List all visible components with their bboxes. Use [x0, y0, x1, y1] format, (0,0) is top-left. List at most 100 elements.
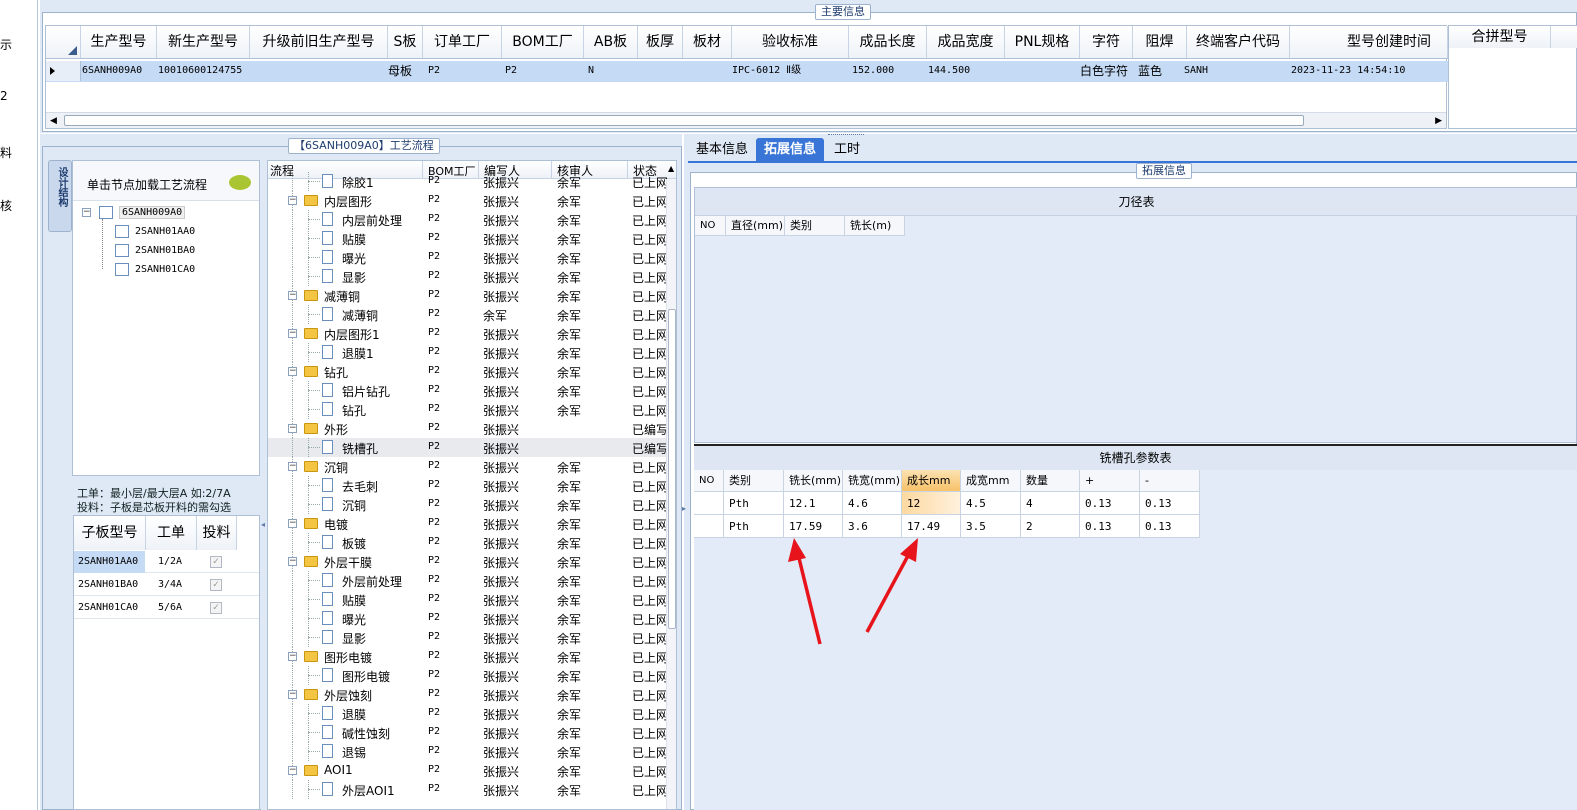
col-header[interactable]: 子板型号: [74, 516, 146, 550]
col-header[interactable]: 成品长度: [849, 26, 927, 58]
col-header[interactable]: 订单工厂: [423, 26, 502, 58]
process-step-icon: [322, 668, 333, 682]
flow-row[interactable]: − 减薄铜 P2 张振兴 余军 已上网: [268, 286, 676, 305]
feed-checkbox[interactable]: ✓: [210, 602, 222, 614]
flow-status: 已上网: [632, 271, 669, 285]
flow-row[interactable]: 显影 P2 张振兴 余军 已上网: [268, 267, 676, 286]
col-header[interactable]: 终端客户代码: [1187, 26, 1290, 58]
vertical-scrollbar[interactable]: [666, 179, 676, 809]
flow-row[interactable]: − 沉铜 P2 张振兴 余军 已上网: [268, 457, 676, 476]
expand-toggle[interactable]: −: [288, 424, 297, 433]
left-strip-item[interactable]: 2: [0, 89, 8, 103]
vertical-tab-design[interactable]: 设计结构: [48, 160, 72, 232]
flow-row[interactable]: 钻孔 P2 张振兴 余军 已上网: [268, 400, 676, 419]
flow-row[interactable]: 退膜 P2 张振兴 余军 已上网: [268, 704, 676, 723]
flow-writer: 张振兴: [483, 176, 520, 190]
process-step-icon: [322, 497, 333, 511]
sub-model-cell: 2SANH01AA0: [74, 551, 145, 573]
flow-status: 已上网: [632, 328, 669, 342]
col-header[interactable]: 生产型号: [81, 26, 157, 58]
col-header[interactable]: 新生产型号: [157, 26, 250, 58]
expand-toggle[interactable]: −: [288, 652, 297, 661]
flow-row[interactable]: − 外层蚀刻 P2 张振兴 余军 已上网: [268, 685, 676, 704]
row-indicator: [46, 61, 81, 81]
col-header[interactable]: 板材: [683, 26, 732, 58]
flow-row[interactable]: − 钻孔 P2 张振兴 余军 已上网: [268, 362, 676, 381]
col-header[interactable]: 型号创建时间: [1290, 26, 1448, 58]
flow-row[interactable]: 外层前处理 P2 张振兴 余军 已上网: [268, 571, 676, 590]
flow-row[interactable]: 显影 P2 张振兴 余军 已上网: [268, 628, 676, 647]
left-strip-item[interactable]: 示: [0, 36, 12, 53]
table-row[interactable]: 2SANH01CA0 5/6A ✓: [74, 597, 259, 619]
flow-row[interactable]: − 外层干膜 P2 张振兴 余军 已上网: [268, 552, 676, 571]
expand-toggle[interactable]: −: [288, 329, 297, 338]
expand-toggle[interactable]: −: [288, 291, 297, 300]
col-header[interactable]: BOM工厂: [502, 26, 584, 58]
scroll-thumb[interactable]: [668, 309, 676, 629]
left-strip-item[interactable]: 料: [0, 144, 12, 161]
flow-row[interactable]: 贴膜 P2 张振兴 余军 已上网: [268, 590, 676, 609]
flow-row[interactable]: − AOI1 P2 张振兴 余军 已上网: [268, 761, 676, 780]
col-header[interactable]: 工单: [146, 516, 197, 550]
horizontal-scrollbar[interactable]: ◀ ▶: [46, 112, 1446, 128]
col-header[interactable]: 验收标准: [732, 26, 849, 58]
scroll-thumb[interactable]: [64, 115, 1304, 126]
flow-factory: P2: [428, 669, 441, 680]
tree-root[interactable]: 6SANH009A0: [119, 206, 186, 219]
flow-row[interactable]: 板镀 P2 张振兴 余军 已上网: [268, 533, 676, 552]
col-header[interactable]: S板: [388, 26, 423, 58]
flow-row[interactable]: 减薄铜 P2 余军 余军 已上网: [268, 305, 676, 324]
col-header[interactable]: 板厚: [638, 26, 683, 58]
flow-row[interactable]: − 内层图形 P2 张振兴 余军 已上网: [268, 191, 676, 210]
flow-row[interactable]: 退锡 P2 张振兴 余军 已上网: [268, 742, 676, 761]
flow-row[interactable]: 铣槽孔 P2 张振兴 已编写: [268, 438, 676, 457]
flow-reviewer: 余军: [557, 765, 582, 779]
flow-writer: 张振兴: [483, 556, 520, 570]
expand-toggle[interactable]: −: [288, 557, 297, 566]
merge-model-header[interactable]: 合拼型号: [1449, 26, 1551, 48]
tree-child[interactable]: 2SANH01AA0: [135, 226, 195, 237]
col-header[interactable]: PNL规格: [1005, 26, 1080, 58]
expand-toggle[interactable]: −: [288, 766, 297, 775]
cell-order-factory: P2: [428, 65, 441, 76]
flow-table: 流程 BOM工厂 编写人 核审人 状态 ▲ 除胶1 P2 张振兴 余军 已上网 − 内层图形…: [267, 160, 677, 810]
flow-row[interactable]: 贴膜 P2 张振兴 余军 已上网: [268, 229, 676, 248]
flow-row[interactable]: 除胶1 P2 张振兴 余军 已上网: [268, 172, 676, 191]
flow-row[interactable]: − 内层图形1 P2 张振兴 余军 已上网: [268, 324, 676, 343]
feed-checkbox[interactable]: ✓: [210, 579, 222, 591]
table-row[interactable]: 2SANH01AA0 1/2A ✓: [74, 551, 259, 573]
tree-child[interactable]: 2SANH01BA0: [135, 245, 195, 256]
flow-row[interactable]: − 外形 P2 张振兴 已编写: [268, 419, 676, 438]
expand-toggle[interactable]: −: [288, 196, 297, 205]
col-header[interactable]: AB板: [584, 26, 638, 58]
flow-row[interactable]: 外层AOI1 P2 张振兴 余军 已上网: [268, 780, 676, 799]
col-header[interactable]: 字符: [1080, 26, 1133, 58]
flow-step-name: 显影: [342, 632, 367, 646]
col-header[interactable]: 升级前旧生产型号: [250, 26, 388, 58]
flow-row[interactable]: 铝片钻孔 P2 张振兴 余军 已上网: [268, 381, 676, 400]
expand-toggle[interactable]: −: [288, 690, 297, 699]
left-strip-item[interactable]: 核: [0, 197, 12, 214]
flow-row[interactable]: 去毛刺 P2 张振兴 余军 已上网: [268, 476, 676, 495]
expand-toggle[interactable]: −: [288, 367, 297, 376]
flow-row[interactable]: − 电镀 P2 张振兴 余军 已上网: [268, 514, 676, 533]
feed-checkbox[interactable]: ✓: [210, 556, 222, 568]
col-header[interactable]: 阻焊: [1133, 26, 1187, 58]
col-header[interactable]: 投料: [197, 516, 237, 550]
flow-row[interactable]: 内层前处理 P2 张振兴 余军 已上网: [268, 210, 676, 229]
flow-row[interactable]: 退膜1 P2 张振兴 余军 已上网: [268, 343, 676, 362]
table-row[interactable]: 2SANH01BA0 3/4A ✓: [74, 574, 259, 596]
expand-toggle[interactable]: −: [288, 462, 297, 471]
flow-row[interactable]: 图形电镀 P2 张振兴 余军 已上网: [268, 666, 676, 685]
flow-row[interactable]: − 图形电镀 P2 张振兴 余军 已上网: [268, 647, 676, 666]
flow-step-name: 贴膜: [342, 233, 367, 247]
process-step-icon: [322, 630, 333, 644]
main-info-row[interactable]: 6SANH009A0 10010600124755 母板 P2 P2 N IPC…: [46, 61, 1448, 82]
tree-child[interactable]: 2SANH01CA0: [135, 264, 195, 275]
flow-row[interactable]: 曝光 P2 张振兴 余军 已上网: [268, 248, 676, 267]
flow-row[interactable]: 沉铜 P2 张振兴 余军 已上网: [268, 495, 676, 514]
col-header[interactable]: 成品宽度: [927, 26, 1005, 58]
expand-toggle[interactable]: −: [288, 519, 297, 528]
flow-row[interactable]: 碱性蚀刻 P2 张振兴 余军 已上网: [268, 723, 676, 742]
flow-row[interactable]: 曝光 P2 张振兴 余军 已上网: [268, 609, 676, 628]
